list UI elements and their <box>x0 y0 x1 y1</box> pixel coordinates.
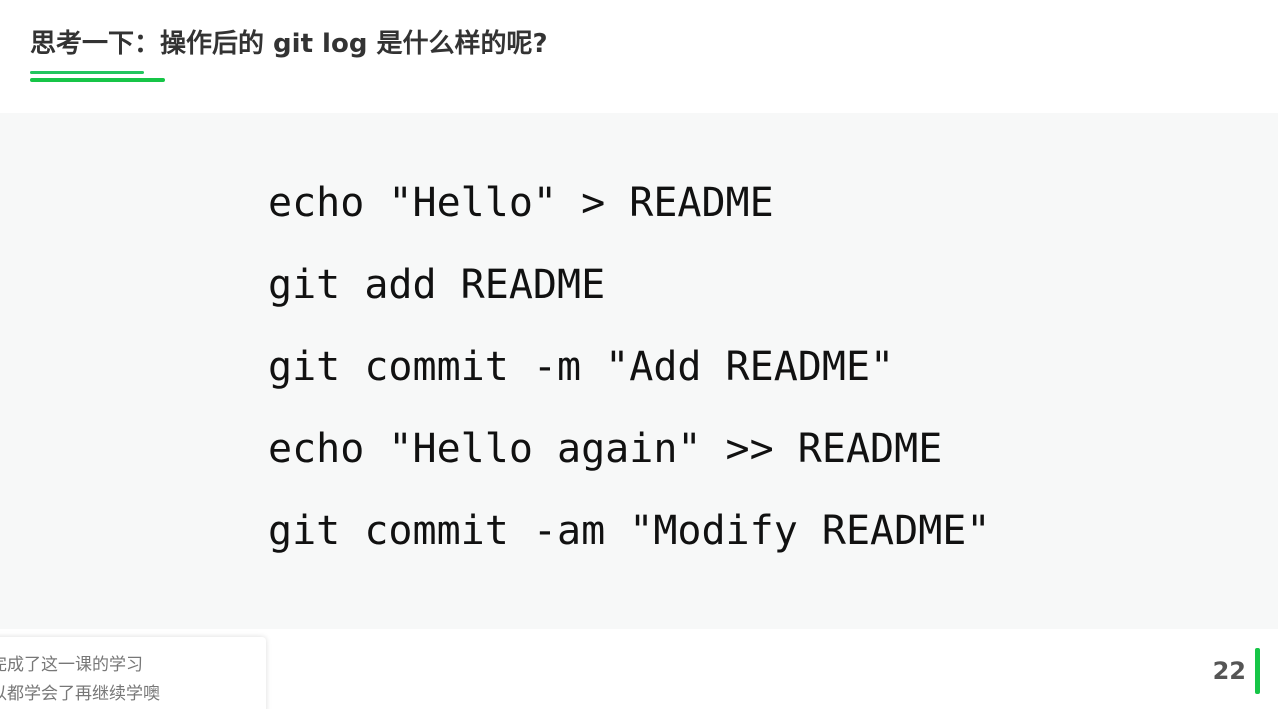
page-number: 22 <box>1212 657 1246 685</box>
code-panel: echo "Hello" > README git add README git… <box>0 113 1278 629</box>
slide-title: 思考一下：操作后的 git log 是什么样的呢? <box>30 29 548 59</box>
completion-toast[interactable]: 完成了这一课的学习 以都学会了再继续学噢 <box>0 637 266 709</box>
code-line-3: git commit -m "Add README" <box>268 344 895 390</box>
slide: 思考一下：操作后的 git log 是什么样的呢? echo "Hello" >… <box>0 0 1278 709</box>
code-line-2: git add README <box>268 262 606 308</box>
title-underline-thin <box>30 71 144 74</box>
code-line-5: git commit -am "Modify README" <box>268 508 991 554</box>
title-underline-thick <box>30 78 165 82</box>
toast-message-line-1: 完成了这一课的学习 <box>0 655 143 675</box>
page-indicator-bar <box>1255 648 1260 694</box>
code-block: echo "Hello" > README git add README git… <box>268 171 990 581</box>
code-line-1: echo "Hello" > README <box>268 180 774 226</box>
toast-message-line-2: 以都学会了再继续学噢 <box>0 684 160 704</box>
code-line-4: echo "Hello again" >> README <box>268 426 943 472</box>
